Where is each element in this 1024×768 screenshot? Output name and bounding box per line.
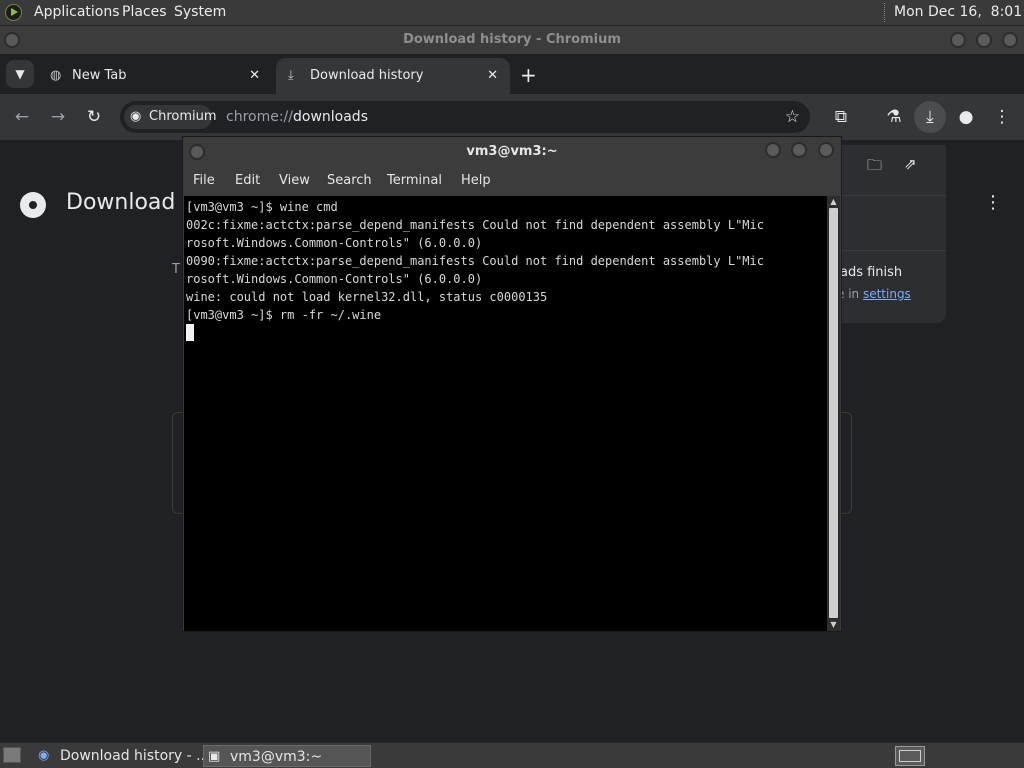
forward-button[interactable]: → — [46, 94, 70, 140]
minimize-button[interactable] — [950, 32, 966, 48]
settings-link[interactable]: settings — [863, 287, 911, 301]
downloads-bubble: 🗀 ⇗ ads finish e in settings — [832, 145, 946, 323]
terminal-scrollbar[interactable]: ▲ ▼ — [827, 196, 840, 631]
close-tab-icon[interactable]: ✕ — [487, 58, 498, 94]
chromium-window-title: Download history - Chromium — [403, 32, 621, 47]
close-window-button[interactable] — [1002, 32, 1018, 48]
terminal-line: 002c:fixme:actctx:parse_depend_manifests… — [186, 218, 764, 232]
maximize-button[interactable] — [791, 142, 807, 158]
address-text[interactable]: chrome://downloads — [226, 101, 368, 133]
omnibox[interactable]: ◉ Chromium chrome://downloads ☆ — [120, 101, 810, 133]
chrome-logo-icon — [20, 192, 46, 218]
maximize-button[interactable] — [976, 32, 992, 48]
url-scheme: chrome:// — [226, 109, 293, 125]
back-button[interactable]: ← — [10, 94, 34, 140]
places-menu[interactable]: Places — [122, 4, 167, 20]
chromium-icon: ◉ — [38, 748, 50, 763]
url-host: downloads — [293, 109, 368, 125]
window-menu-button[interactable] — [4, 32, 20, 48]
download-icon: ⤓ — [926, 107, 934, 127]
taskbar-item-chromium[interactable]: ◉ Download history - ... — [34, 745, 210, 767]
menu-file[interactable]: File — [193, 167, 215, 195]
open-external-icon[interactable]: ⇗ — [904, 155, 917, 173]
new-tab-button[interactable]: + — [520, 58, 540, 94]
site-info-chip[interactable]: ◉ Chromium — [124, 105, 217, 129]
terminal-menubar: File Edit View Search Terminal Help — [183, 167, 841, 195]
download-icon: ⤓ — [288, 68, 294, 83]
bottom-panel: ◉ Download history - ... ▣ vm3@vm3:~ — [0, 742, 1024, 768]
bookmark-star-icon[interactable]: ☆ — [785, 101, 800, 133]
clock[interactable]: Mon Dec 16, 8:01 AM — [894, 4, 1024, 20]
terminal-icon: ▣ — [208, 749, 221, 764]
tab-label: New Tab — [72, 68, 127, 83]
tab-download-history[interactable]: ⤓ Download history ✕ — [276, 58, 510, 94]
chromium-titlebar: Download history - Chromium — [0, 26, 1024, 54]
tab-search-button[interactable]: ▼ — [6, 60, 34, 88]
close-tab-icon[interactable]: ✕ — [249, 58, 260, 94]
scroll-down-arrow-icon[interactable]: ▼ — [829, 620, 838, 629]
tab-label: Download history — [310, 68, 424, 83]
terminal-line: [vm3@vm3 ~]$ rm -fr ~/.wine — [186, 308, 382, 322]
menu-search[interactable]: Search — [327, 167, 372, 195]
task-label: Download history - ... — [60, 748, 210, 764]
menu-edit[interactable]: Edit — [235, 167, 260, 195]
chromium-icon: ◉ — [130, 109, 142, 124]
page-more-icon[interactable]: ⋮ — [984, 192, 1002, 213]
terminal-titlebar[interactable]: vm3@vm3:~ — [183, 137, 841, 167]
panel-separator — [884, 3, 887, 22]
terminal-line: rosoft.Windows.Common-Controls" (6.0.0.0… — [186, 236, 483, 250]
page-title: Download h — [66, 190, 197, 215]
menu-help[interactable]: Help — [461, 167, 491, 195]
applications-menu[interactable]: Applications — [34, 4, 120, 20]
top-panel: Applications Places System Mon Dec 16, 8… — [0, 0, 1024, 26]
system-menu[interactable]: System — [174, 4, 226, 20]
tab-new-tab[interactable]: ◍ New Tab ✕ — [38, 58, 272, 94]
scrollbar-thumb[interactable] — [829, 208, 838, 618]
terminal-title: vm3@vm3:~ — [466, 144, 558, 159]
menu-terminal[interactable]: Terminal — [387, 167, 442, 195]
menu-view[interactable]: View — [279, 167, 310, 195]
minimize-button[interactable] — [765, 142, 781, 158]
show-desktop-icon[interactable] — [3, 747, 21, 763]
bubble-text: ads finish — [840, 265, 903, 280]
terminal-window[interactable]: vm3@vm3:~ File Edit View Search Terminal… — [182, 136, 842, 632]
taskbar-item-terminal[interactable]: ▣ vm3@vm3:~ — [203, 745, 371, 767]
chevron-down-icon: ▼ — [15, 67, 25, 81]
task-label: vm3@vm3:~ — [230, 749, 323, 765]
close-window-button[interactable] — [818, 142, 834, 158]
labs-flask-icon[interactable]: ⚗ — [882, 94, 906, 140]
site-chip-label: Chromium — [149, 109, 217, 124]
applications-logo-icon[interactable] — [5, 4, 22, 21]
terminal-output[interactable]: [vm3@vm3 ~]$ wine cmd 002c:fixme:actctx:… — [184, 196, 827, 631]
globe-icon: ◍ — [50, 68, 62, 83]
reload-button[interactable]: ↻ — [82, 94, 106, 140]
terminal-line: 0090:fixme:actctx:parse_depend_manifests… — [186, 254, 764, 268]
profile-icon[interactable]: ● — [954, 94, 978, 140]
extensions-icon[interactable]: ⧉ — [829, 94, 853, 140]
tab-strip: ▼ ◍ New Tab ✕ ⤓ Download history ✕ + — [0, 54, 1024, 94]
folder-icon[interactable]: 🗀 — [867, 155, 882, 180]
terminal-line: wine: could not load kernel32.dll, statu… — [186, 290, 548, 304]
bubble-settings-text: e in settings — [837, 287, 911, 301]
bubble-divider — [832, 250, 946, 251]
workspace-switcher[interactable] — [895, 746, 925, 766]
terminal-line: [vm3@vm3 ~]$ wine cmd — [186, 200, 338, 214]
menu-kebab-icon[interactable]: ⋮ — [990, 94, 1014, 140]
text-cursor — [186, 324, 194, 341]
browser-toolbar: ← → ↻ ◉ Chromium chrome://downloads ☆ ⧉ … — [0, 94, 1024, 140]
scroll-up-arrow-icon[interactable]: ▲ — [829, 197, 838, 206]
terminal-line: rosoft.Windows.Common-Controls" (6.0.0.0… — [186, 272, 483, 286]
bubble-divider — [832, 195, 946, 196]
page-text-fragment: T — [172, 262, 180, 277]
